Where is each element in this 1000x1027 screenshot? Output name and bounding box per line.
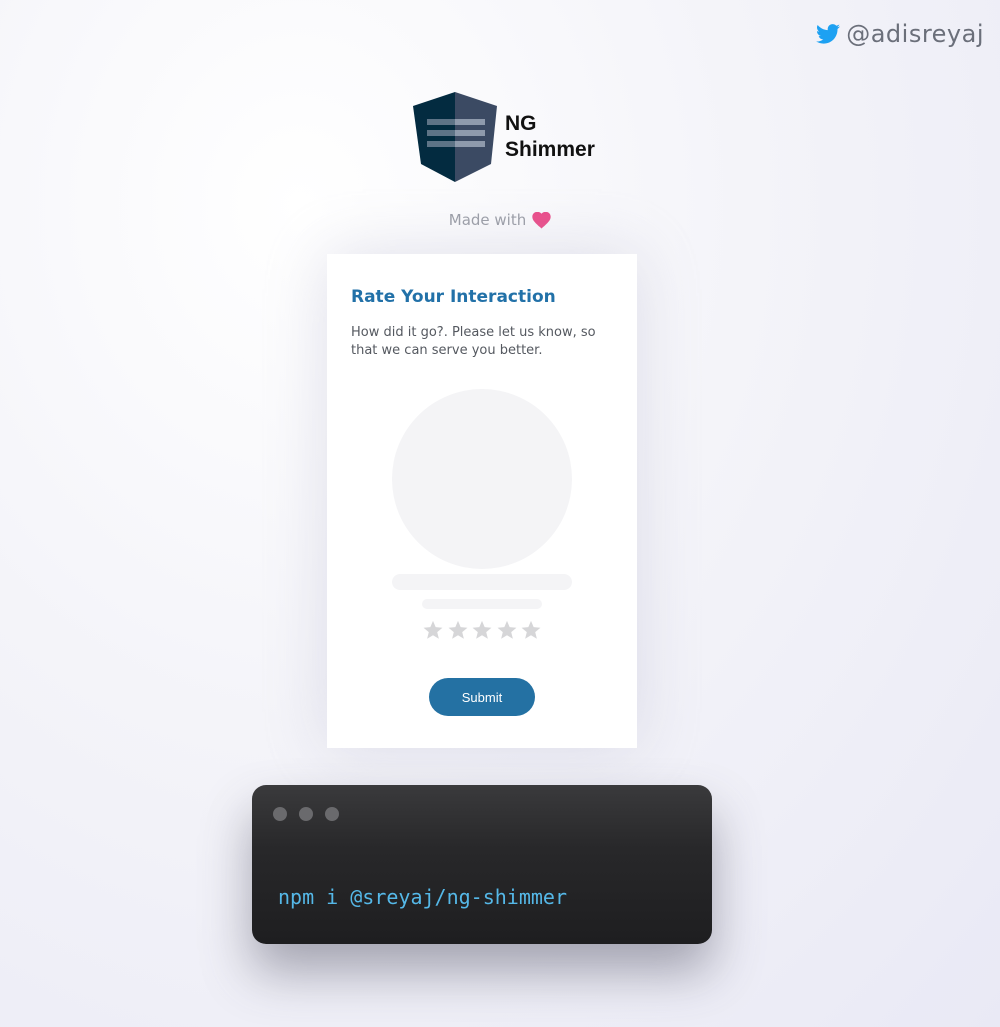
card-description: How did it go?. Please let us know, so t… [351,325,596,358]
card-title: Rate Your Interaction [351,287,556,307]
star-icon[interactable] [496,619,518,641]
twitter-handle-link[interactable]: @adisreyaj [816,20,984,48]
shimmer-line-placeholder [392,574,572,590]
shimmer-line-placeholder-short [422,599,542,609]
twitter-handle-text: @adisreyaj [846,20,984,48]
made-with-label: Made with [448,211,527,229]
star-icon[interactable] [447,619,469,641]
rating-card: Rate Your Interaction How did it go?. Pl… [327,254,637,748]
made-with: Made with [0,211,1000,229]
star-icon[interactable] [520,619,542,641]
window-maximize-dot [325,807,339,821]
brand: NG Shimmer [413,92,595,182]
submit-button[interactable]: Submit [429,678,535,716]
window-close-dot [273,807,287,821]
heart-icon [532,211,551,229]
brand-name: NG Shimmer [505,112,595,161]
install-command[interactable]: npm i @sreyaj/ng-shimmer [278,885,567,909]
star-icon[interactable] [422,619,444,641]
terminal-window: npm i @sreyaj/ng-shimmer [252,785,712,944]
window-minimize-dot [299,807,313,821]
star-rating [422,619,542,641]
star-icon[interactable] [471,619,493,641]
window-controls [273,807,339,821]
ng-shimmer-logo-icon [413,92,497,182]
twitter-icon [816,24,841,44]
shimmer-avatar-placeholder [392,389,572,569]
